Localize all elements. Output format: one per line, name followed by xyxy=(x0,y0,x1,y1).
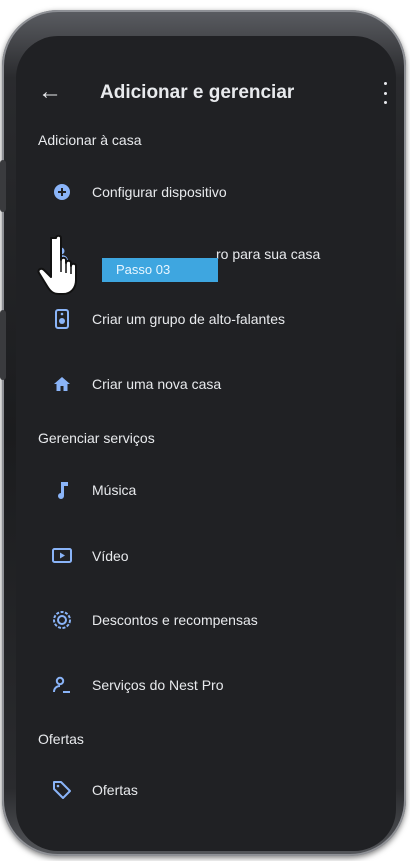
menu-item-label: Descontos e recompensas xyxy=(92,612,258,628)
menu-item-nest-pro[interactable]: Serviços do Nest Pro xyxy=(16,667,396,707)
more-vert-icon[interactable] xyxy=(382,82,388,104)
music-note-icon xyxy=(52,480,72,500)
section-header-manage-services: Gerenciar serviços xyxy=(38,430,155,446)
rewards-icon xyxy=(52,610,72,630)
menu-item-label: Música xyxy=(92,482,137,498)
side-button xyxy=(0,160,6,212)
tag-icon xyxy=(52,780,72,800)
menu-item-configure-device[interactable]: Configurar dispositivo xyxy=(16,174,396,214)
speaker-group-icon xyxy=(52,309,72,329)
step-tooltip: Passo 03 xyxy=(102,258,218,282)
page-title: Adicionar e gerenciar xyxy=(100,82,295,103)
menu-item-offers[interactable]: Ofertas xyxy=(16,772,396,812)
menu-item-speaker-group[interactable]: Criar um grupo de alto-falantes xyxy=(16,301,396,341)
phone-frame: ← Adicionar e gerenciar Adicionar à casa… xyxy=(0,10,406,856)
menu-item-label: ro para sua casa xyxy=(216,246,321,262)
app-bar: ← Adicionar e gerenciar xyxy=(16,74,396,114)
menu-item-label: Criar um grupo de alto-falantes xyxy=(92,311,285,327)
arrow-back-icon[interactable]: ← xyxy=(38,78,62,106)
side-button xyxy=(0,310,6,380)
home-icon xyxy=(52,374,72,394)
menu-item-music[interactable]: Música xyxy=(16,472,396,512)
nest-pro-icon xyxy=(52,675,72,695)
menu-item-label: Criar uma nova casa xyxy=(92,376,222,392)
hand-pointer-icon xyxy=(36,232,92,296)
menu-item-label: Configurar dispositivo xyxy=(92,184,227,200)
menu-item-label: Vídeo xyxy=(92,548,129,564)
video-icon xyxy=(52,546,72,566)
app-screen: ← Adicionar e gerenciar Adicionar à casa… xyxy=(16,36,396,851)
section-header-add-to-home: Adicionar à casa xyxy=(38,132,142,148)
menu-item-new-home[interactable]: Criar uma nova casa xyxy=(16,366,396,406)
section-header-offers: Ofertas xyxy=(38,731,84,747)
menu-item-video[interactable]: Vídeo xyxy=(16,538,396,578)
menu-item-label: Serviços do Nest Pro xyxy=(92,677,224,693)
menu-item-label: Ofertas xyxy=(92,782,138,798)
menu-item-rewards[interactable]: Descontos e recompensas xyxy=(16,602,396,642)
add-circle-icon xyxy=(52,182,72,202)
